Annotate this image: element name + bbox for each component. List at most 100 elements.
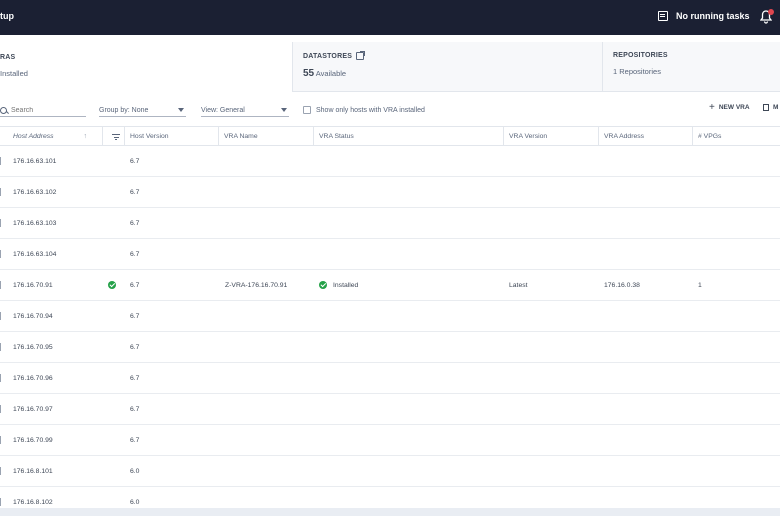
cell-host-version-text: 6.0 bbox=[130, 498, 140, 506]
cell-host-address-text: 176.16.70.94 bbox=[13, 312, 53, 320]
card-repositories-label: REPOSITORIES bbox=[613, 52, 668, 59]
table-row[interactable]: 176.16.70.97 6.7 bbox=[0, 394, 780, 425]
table-row[interactable]: 176.16.70.95 6.7 bbox=[0, 332, 780, 363]
hosts-table: Host Address ↑ Host Version VRA Name VRA… bbox=[0, 126, 780, 516]
row-checkbox[interactable] bbox=[0, 498, 1, 506]
table-row[interactable]: 176.16.63.104 6.7 bbox=[0, 239, 780, 270]
card-vras-value: Installed bbox=[0, 69, 28, 78]
column-label: Host Address bbox=[13, 133, 54, 140]
column-header-vpgs[interactable]: # VPGs bbox=[692, 127, 780, 146]
cell-host-address: 176.16.70.91 bbox=[13, 270, 53, 300]
cell-vra-status-text: Installed bbox=[333, 281, 359, 289]
row-checkbox[interactable] bbox=[0, 467, 1, 475]
cell-vra-version-text: Latest bbox=[509, 281, 528, 289]
cell-host-address: 176.16.63.104 bbox=[13, 239, 56, 269]
row-checkbox[interactable] bbox=[0, 405, 1, 413]
cell-host-version-text: 6.7 bbox=[130, 436, 140, 444]
datastores-available: Available bbox=[315, 69, 347, 78]
check-circle-icon bbox=[319, 281, 327, 289]
cell-host-address: 176.16.70.95 bbox=[13, 332, 53, 362]
cell-vra-address: 176.16.0.38 bbox=[604, 270, 640, 300]
notifications-button[interactable] bbox=[759, 9, 774, 24]
running-tasks-button[interactable]: No running tasks bbox=[658, 11, 750, 21]
cell-host-version: 6.0 bbox=[130, 456, 139, 486]
table-row[interactable]: 176.16.8.101 6.0 bbox=[0, 456, 780, 487]
cell-host-version: 6.7 bbox=[130, 239, 139, 269]
search-icon bbox=[0, 106, 7, 114]
column-header-vra-address[interactable]: VRA Address bbox=[598, 127, 692, 146]
cell-host-address: 176.16.63.102 bbox=[13, 177, 56, 207]
group-by-select[interactable]: Group by: None bbox=[99, 104, 186, 117]
column-header-host-address[interactable]: Host Address ↑ bbox=[8, 127, 102, 146]
chevron-down-icon bbox=[281, 108, 287, 112]
cell-host-version-text: 6.7 bbox=[130, 219, 140, 227]
table-row[interactable]: 176.16.70.96 6.7 bbox=[0, 363, 780, 394]
column-header-host-version[interactable]: Host Version bbox=[124, 127, 218, 146]
table-row[interactable]: 176.16.70.91 6.7 Z-VRA-176.16.70.91 Install… bbox=[0, 270, 780, 301]
row-checkbox[interactable] bbox=[0, 436, 1, 444]
cell-host-address: 176.16.63.103 bbox=[13, 208, 56, 238]
card-vras-label: RAS bbox=[0, 54, 16, 61]
external-link-icon[interactable] bbox=[356, 51, 366, 60]
tasks-icon bbox=[658, 11, 668, 21]
search-input[interactable] bbox=[11, 106, 81, 114]
row-checkbox[interactable] bbox=[0, 188, 1, 196]
card-datastores-label: DATASTORES bbox=[303, 52, 353, 60]
cell-host-address: 176.16.70.99 bbox=[13, 425, 53, 455]
cell-host-version-text: 6.7 bbox=[130, 405, 140, 413]
column-label: # VPGs bbox=[698, 133, 722, 140]
row-checkbox[interactable] bbox=[0, 157, 1, 165]
table-row[interactable]: 176.16.70.94 6.7 bbox=[0, 301, 780, 332]
cell-host-version: 6.7 bbox=[130, 208, 139, 238]
column-header-vra-name[interactable]: VRA Name bbox=[218, 127, 313, 146]
column-header-vra-status[interactable]: VRA Status bbox=[313, 127, 503, 146]
row-checkbox[interactable] bbox=[0, 374, 1, 382]
vra-installed-checkbox[interactable] bbox=[303, 106, 311, 114]
new-vra-button[interactable]: + NEW VRA bbox=[709, 102, 750, 113]
table-row[interactable]: 176.16.63.103 6.7 bbox=[0, 208, 780, 239]
row-checkbox[interactable] bbox=[0, 250, 1, 258]
column-header-filter[interactable] bbox=[102, 127, 124, 146]
column-label: VRA Status bbox=[319, 133, 354, 140]
plus-icon: + bbox=[709, 102, 715, 113]
cell-host-address-text: 176.16.70.96 bbox=[13, 374, 53, 382]
cell-host-version: 6.7 bbox=[130, 394, 139, 424]
toolbar: Group by: None View: General Show only h… bbox=[0, 100, 780, 120]
card-datastores[interactable]: DATASTORES 55 Available bbox=[292, 42, 602, 92]
row-checkbox[interactable] bbox=[0, 281, 1, 289]
card-repositories-value: 1 Repositories bbox=[613, 67, 661, 76]
cell-host-version-text: 6.0 bbox=[130, 467, 140, 475]
cell-host-address-text: 176.16.70.99 bbox=[13, 436, 53, 444]
cell-host-version-text: 6.7 bbox=[130, 281, 140, 289]
search-box[interactable] bbox=[0, 104, 86, 117]
cell-host-version: 6.7 bbox=[130, 332, 139, 362]
row-checkbox[interactable] bbox=[0, 312, 1, 320]
vra-installed-checkbox-label: Show only hosts with VRA installed bbox=[316, 106, 425, 114]
view-value: View: General bbox=[201, 106, 245, 114]
summary-cards: RAS Installed DATASTORES 55 Available RE… bbox=[0, 42, 780, 92]
cell-vra-version: Latest bbox=[509, 270, 528, 300]
row-checkbox[interactable] bbox=[0, 219, 1, 227]
column-header-vra-version[interactable]: VRA Version bbox=[503, 127, 598, 146]
table-row[interactable]: 176.16.63.101 6.7 bbox=[0, 146, 780, 177]
group-by-value: Group by: None bbox=[99, 106, 149, 114]
cell-host-address-text: 176.16.70.97 bbox=[13, 405, 53, 413]
chevron-down-icon bbox=[178, 108, 184, 112]
column-label: Host Version bbox=[130, 133, 169, 140]
filter-icon[interactable] bbox=[112, 134, 120, 140]
vra-filter-checkbox-wrap[interactable]: Show only hosts with VRA installed bbox=[303, 106, 425, 114]
card-vras[interactable]: RAS Installed bbox=[0, 42, 292, 92]
cell-host-version-text: 6.7 bbox=[130, 343, 140, 351]
cell-host-version: 6.7 bbox=[130, 146, 139, 176]
table-row[interactable]: 176.16.63.102 6.7 bbox=[0, 177, 780, 208]
column-label: VRA Address bbox=[604, 133, 645, 140]
datastores-count: 55 bbox=[303, 68, 315, 79]
view-select[interactable]: View: General bbox=[201, 104, 289, 117]
horizontal-scrollbar[interactable] bbox=[0, 508, 780, 516]
cell-vra-indicator bbox=[108, 270, 116, 300]
card-repositories[interactable]: REPOSITORIES 1 Repositories bbox=[602, 42, 780, 92]
row-checkbox[interactable] bbox=[0, 343, 1, 351]
more-button[interactable]: M bbox=[763, 104, 778, 111]
sort-up-icon[interactable]: ↑ bbox=[84, 133, 88, 140]
table-row[interactable]: 176.16.70.99 6.7 bbox=[0, 425, 780, 456]
